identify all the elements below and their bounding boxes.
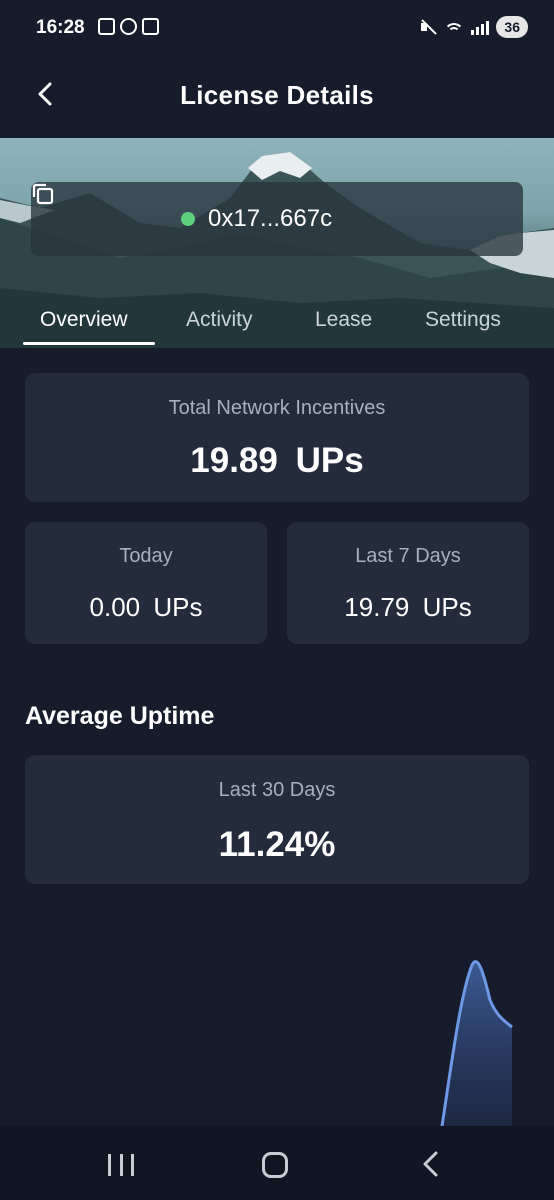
online-status-dot — [181, 212, 195, 226]
active-tab-indicator — [23, 342, 155, 345]
wifi-icon — [444, 19, 465, 35]
total-incentives-label: Total Network Incentives — [168, 397, 386, 419]
mute-icon — [419, 18, 437, 36]
whatsapp-icon — [120, 18, 137, 35]
screenshot-icon — [98, 18, 115, 35]
total-incentives-card: Total Network Incentives 19.89 UPs — [25, 373, 529, 502]
status-notification-icons — [98, 18, 159, 35]
last7-unit: UPs — [422, 592, 472, 622]
back-icon[interactable] — [420, 1150, 440, 1178]
last7-label: Last 7 Days — [355, 545, 461, 567]
page-title: License Details — [180, 80, 374, 110]
today-label: Today — [119, 545, 173, 567]
license-details-screen: 16:28 36 License Details 0x17...667c Ove… — [0, 0, 554, 1200]
status-system-icons: 36 — [419, 16, 528, 38]
uptime-section-title: Average Uptime — [25, 702, 215, 730]
license-banner: 0x17...667c Overview Activity Lease Sett… — [0, 138, 554, 348]
tab-settings[interactable]: Settings — [425, 308, 501, 332]
last7-incentives-card: Last 7 Days 19.79 UPs — [287, 522, 529, 644]
home-icon[interactable] — [262, 1152, 288, 1178]
system-nav-bar — [0, 1126, 554, 1200]
total-incentives-unit: UPs — [295, 441, 364, 480]
status-time: 16:28 — [36, 17, 85, 38]
app-header: License Details — [0, 58, 554, 138]
total-incentives-value: 19.89 UPs — [25, 441, 529, 481]
address-pill: 0x17...667c — [31, 182, 523, 256]
uptime-period-label: Last 30 Days — [218, 779, 336, 801]
today-value: 0.00 UPs — [25, 592, 267, 623]
uptime-sparkline — [440, 960, 513, 1126]
tab-activity[interactable]: Activity — [186, 308, 253, 332]
tab-lease[interactable]: Lease — [315, 308, 372, 332]
last7-amount: 19.79 — [344, 592, 410, 622]
today-amount: 0.00 — [89, 592, 141, 622]
signal-icon — [471, 19, 490, 35]
copy-icon[interactable] — [31, 182, 55, 206]
recents-icon[interactable] — [108, 1154, 134, 1176]
battery-badge: 36 — [496, 16, 528, 38]
sparkline-area — [442, 961, 512, 1126]
today-unit: UPs — [153, 592, 203, 622]
uptime-card: Last 30 Days 11.24% — [25, 755, 529, 884]
total-incentives-amount: 19.89 — [190, 441, 278, 480]
today-incentives-card: Today 0.00 UPs — [25, 522, 267, 644]
news-icon — [142, 18, 159, 35]
license-address: 0x17...667c — [208, 205, 333, 232]
tab-overview[interactable]: Overview — [40, 308, 128, 332]
uptime-value: 11.24% — [218, 825, 336, 864]
last7-value: 19.79 UPs — [287, 592, 529, 623]
tab-bar: Overview Activity Lease Settings — [0, 298, 554, 348]
status-bar: 16:28 36 — [0, 0, 554, 58]
